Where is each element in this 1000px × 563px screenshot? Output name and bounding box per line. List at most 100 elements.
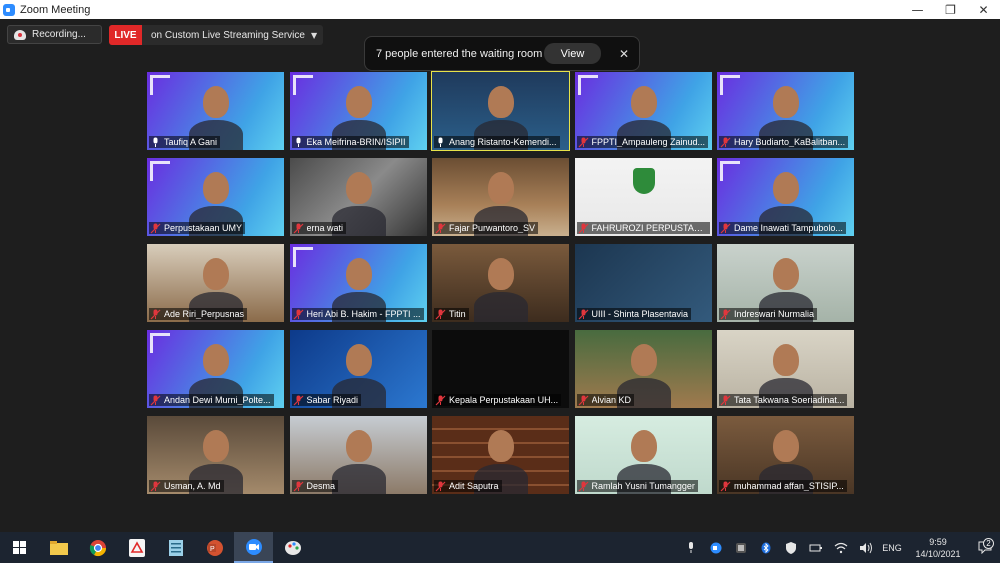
participant-name: Taufiq A Gani (164, 137, 218, 147)
participant-face (203, 86, 229, 118)
muted-mic-icon (150, 481, 161, 492)
zoom-taskbar-icon[interactable] (234, 532, 273, 563)
language-indicator[interactable]: ENG (878, 543, 906, 553)
live-stream-control[interactable]: LIVE on Custom Live Streaming Service ▼ (109, 25, 324, 45)
microphone-icon[interactable] (678, 541, 703, 554)
wifi-icon[interactable] (828, 542, 853, 554)
participant-face (773, 430, 799, 462)
semiloka-logo (292, 75, 313, 95)
participant-name: Hary Budiarto_KaBalitban... (734, 137, 846, 147)
participant-face (203, 258, 229, 290)
muted-mic-icon (435, 481, 446, 492)
participant-tile[interactable]: Indreswari Nurmalia (717, 244, 854, 322)
participant-nameplate: Dame Inawati Tampubolo... (719, 222, 846, 234)
waiting-room-message: 7 people entered the waiting room (376, 47, 543, 60)
participant-face (203, 344, 229, 376)
svg-text:P: P (210, 546, 215, 553)
walisongo-emblem (632, 168, 655, 194)
participant-tile[interactable]: Ade Riri_Perpusnas (147, 244, 284, 322)
participant-name: Indreswari Nurmalia (734, 309, 815, 319)
window-controls: — ❐ ✕ (901, 0, 1000, 19)
participant-tile[interactable]: Anang Ristanto-Kemendi... (431, 71, 570, 151)
semiloka-logo (720, 161, 740, 181)
power-battery-icon[interactable] (803, 542, 828, 554)
participant-tile[interactable]: Desma (289, 416, 427, 494)
close-icon[interactable]: ✕ (619, 47, 629, 61)
semiloka-logo (720, 75, 740, 95)
participant-nameplate: Eka Meifrina-BRIN/ISIPII (291, 136, 409, 148)
muted-mic-icon (150, 395, 161, 406)
close-button[interactable]: ✕ (967, 0, 1000, 19)
participant-name: FPPTI_Ampauleng Zainud... (591, 137, 706, 147)
participant-nameplate: Andan Dewi Murni_Polte... (149, 394, 274, 406)
paint-icon[interactable] (273, 532, 312, 563)
participant-nameplate: Taufiq A Gani (149, 136, 221, 148)
participant-name: Desma (306, 481, 336, 491)
system-clock[interactable]: 9:59 14/10/2021 (906, 536, 970, 560)
participant-tile[interactable]: Kepala Perpustakaan UH... (432, 330, 569, 408)
participant-tile[interactable]: Sabar Riyadi (289, 330, 427, 408)
participant-nameplate: Alvian KD (576, 394, 635, 406)
participant-tile[interactable]: Perpustakaan UMY (147, 158, 284, 236)
chevron-down-icon[interactable]: ▼ (311, 31, 323, 40)
security-shield-icon[interactable] (778, 541, 803, 554)
participant-tile[interactable]: Adit Saputra (432, 416, 569, 494)
participant-nameplate: Kepala Perpustakaan UH... (434, 394, 562, 406)
participant-tile[interactable]: Eka Meifrina-BRIN/ISIPII (289, 72, 427, 150)
participant-tile[interactable]: FPPTI_Ampauleng Zainud... (574, 72, 712, 150)
participant-tile[interactable]: Tata Takwana Soeriadinat... (717, 330, 854, 408)
participant-tile[interactable]: erna wati (289, 158, 427, 236)
mic-icon (435, 137, 446, 148)
participant-tile[interactable]: Titin (432, 244, 569, 322)
participant-tile[interactable]: Dame Inawati Tampubolo... (717, 158, 854, 236)
meeting-stage: Recording... LIVE on Custom Live Streami… (0, 19, 1000, 532)
participant-tile[interactable]: Heri Abi B. Hakim - FPPTI ... (289, 244, 427, 322)
muted-mic-icon (720, 395, 731, 406)
participant-name: UIII - Shinta Plasentavia (591, 309, 689, 319)
participant-face (773, 344, 799, 376)
notepad-icon[interactable] (156, 532, 195, 563)
participant-tile[interactable]: Andan Dewi Murni_Polte... (147, 330, 284, 408)
app-tray-icon[interactable] (728, 542, 753, 554)
participant-tile[interactable]: Usman, A. Md (147, 416, 284, 494)
acrobat-icon[interactable] (117, 532, 156, 563)
participant-face (345, 86, 372, 118)
muted-mic-icon (720, 137, 731, 148)
file-explorer-icon[interactable] (39, 532, 78, 563)
chrome-icon[interactable] (78, 532, 117, 563)
gallery-view: Taufiq A Gani Eka Meifrina-BRIN/ISIPII Ana… (147, 71, 854, 494)
participant-name: Anang Ristanto-Kemendi... (449, 137, 557, 147)
participant-face (203, 430, 229, 462)
muted-mic-icon (578, 309, 589, 320)
maximize-button[interactable]: ❐ (934, 0, 967, 19)
windows-start-icon[interactable] (0, 532, 39, 563)
participant-tile[interactable]: muhammad affan_STISIP... (717, 416, 854, 494)
powerpoint-icon[interactable]: P (195, 532, 234, 563)
muted-mic-icon (293, 309, 304, 320)
windows-taskbar: P ENG 9:59 14/10/2021 2 (0, 532, 1000, 563)
participant-face (345, 258, 372, 290)
view-waiting-room-button[interactable]: View (544, 43, 601, 64)
notification-center-icon[interactable]: 2 (970, 538, 1000, 554)
participant-tile[interactable]: Fajar Purwantoro_SV (432, 158, 569, 236)
volume-icon[interactable] (853, 542, 878, 554)
participant-tile[interactable]: UIII - Shinta Plasentavia (574, 244, 712, 322)
muted-mic-icon (293, 223, 304, 234)
participant-tile[interactable]: Taufiq A Gani (147, 72, 284, 150)
recording-indicator[interactable]: Recording... (7, 25, 102, 44)
minimize-button[interactable]: — (901, 0, 934, 19)
participant-face (630, 430, 657, 462)
participant-tile[interactable]: Alvian KD (574, 330, 712, 408)
notification-count: 2 (983, 538, 994, 549)
participant-tile[interactable]: FAHRUROZI PERPUSTAKA... (574, 158, 712, 236)
bluetooth-icon[interactable] (753, 542, 778, 554)
semiloka-logo (150, 161, 170, 181)
participant-tile[interactable]: Ramlah Yusni Tumangger (574, 416, 712, 494)
clock-date: 14/10/2021 (915, 548, 961, 559)
participant-tile[interactable]: Hary Budiarto_KaBalitban... (717, 72, 854, 150)
participant-face (345, 430, 372, 462)
participant-nameplate: muhammad affan_STISIP... (719, 480, 847, 492)
muted-mic-icon (435, 395, 446, 406)
participant-name: erna wati (306, 223, 344, 233)
zoom-tray-icon[interactable] (703, 542, 728, 554)
